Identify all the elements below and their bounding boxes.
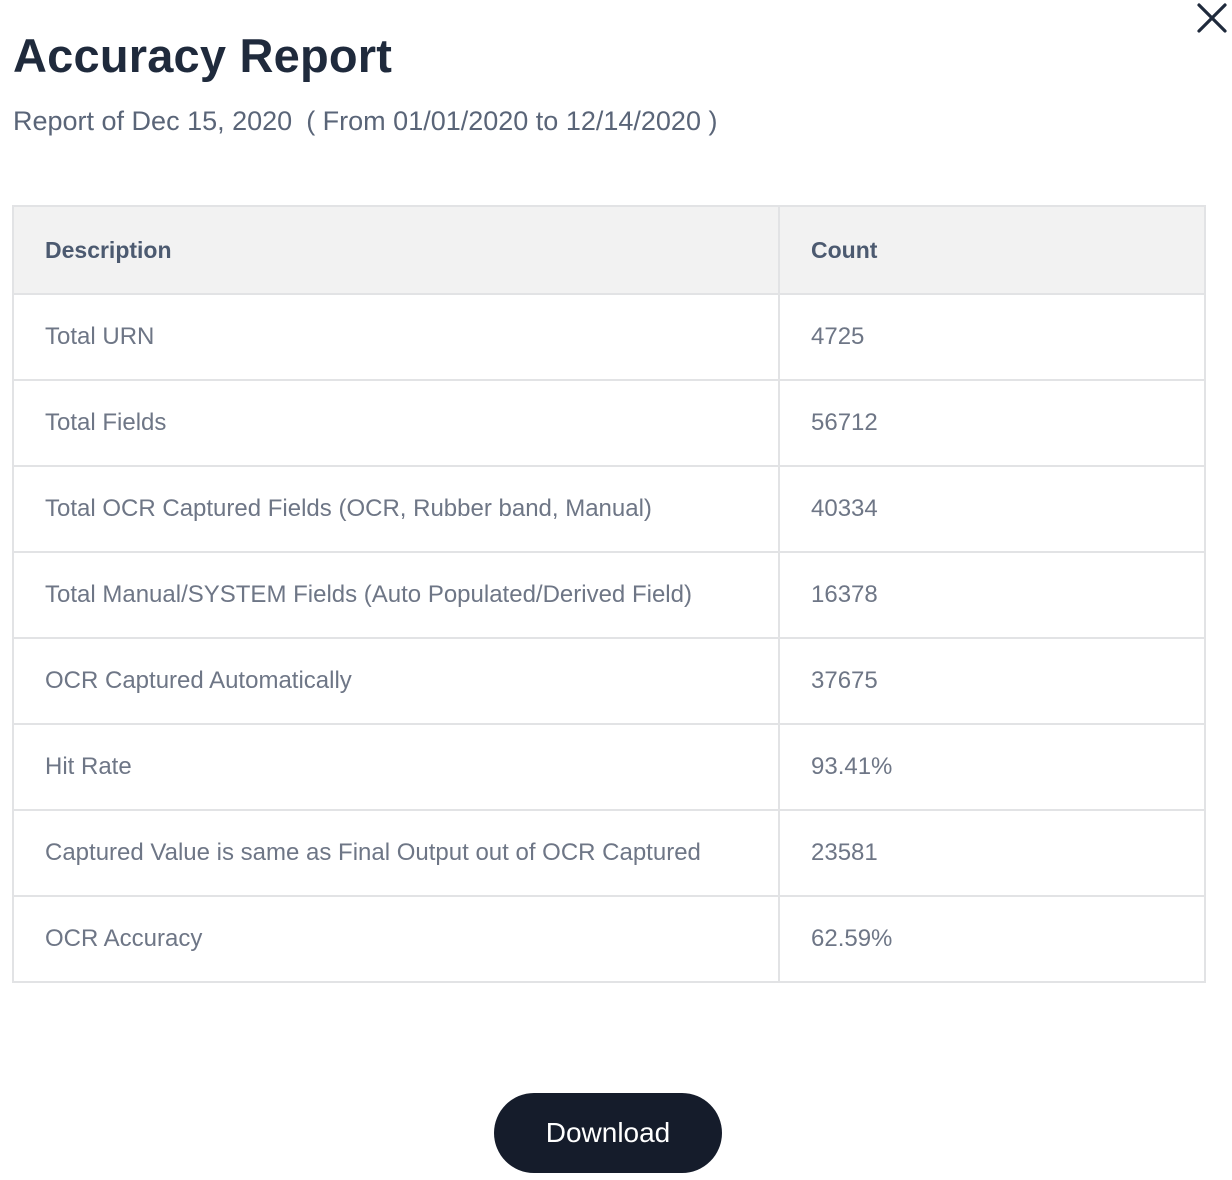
report-date: Report of Dec 15, 2020 (13, 106, 293, 136)
report-table-container: Description Count Total URN 4725 Total F… (12, 205, 1206, 983)
row-description: Captured Value is same as Final Output o… (12, 809, 780, 897)
download-button[interactable]: Download (494, 1093, 722, 1173)
report-date-range: ( From 01/01/2020 to 12/14/2020 ) (306, 106, 718, 136)
row-count: 4725 (778, 293, 1206, 381)
table-row: Total Manual/SYSTEM Fields (Auto Populat… (12, 551, 1206, 639)
table-row: Total OCR Captured Fields (OCR, Rubber b… (12, 465, 1206, 553)
row-count: 62.59% (778, 895, 1206, 983)
table-header-row: Description Count (12, 205, 1206, 295)
row-description: Total Manual/SYSTEM Fields (Auto Populat… (12, 551, 780, 639)
row-description: OCR Captured Automatically (12, 637, 780, 725)
row-description: Total Fields (12, 379, 780, 467)
table-row: Total Fields 56712 (12, 379, 1206, 467)
report-table: Description Count Total URN 4725 Total F… (12, 205, 1206, 983)
close-icon (1197, 3, 1227, 33)
table-row: Captured Value is same as Final Output o… (12, 809, 1206, 897)
row-description: Hit Rate (12, 723, 780, 811)
page-title: Accuracy Report (13, 29, 393, 82)
table-row: OCR Accuracy 62.59% (12, 895, 1206, 983)
report-subtitle: Report of Dec 15, 2020 ( From 01/01/2020 … (13, 103, 717, 139)
row-count: 93.41% (778, 723, 1206, 811)
column-header-count: Count (778, 205, 1206, 295)
row-count: 16378 (778, 551, 1206, 639)
row-description: OCR Accuracy (12, 895, 780, 983)
row-count: 40334 (778, 465, 1206, 553)
row-description: Total OCR Captured Fields (OCR, Rubber b… (12, 465, 780, 553)
row-description: Total URN (12, 293, 780, 381)
close-button[interactable] (1192, 0, 1232, 36)
column-header-description: Description (12, 205, 780, 295)
row-count: 56712 (778, 379, 1206, 467)
row-count: 23581 (778, 809, 1206, 897)
table-row: Hit Rate 93.41% (12, 723, 1206, 811)
table-row: Total URN 4725 (12, 293, 1206, 381)
row-count: 37675 (778, 637, 1206, 725)
table-row: OCR Captured Automatically 37675 (12, 637, 1206, 725)
